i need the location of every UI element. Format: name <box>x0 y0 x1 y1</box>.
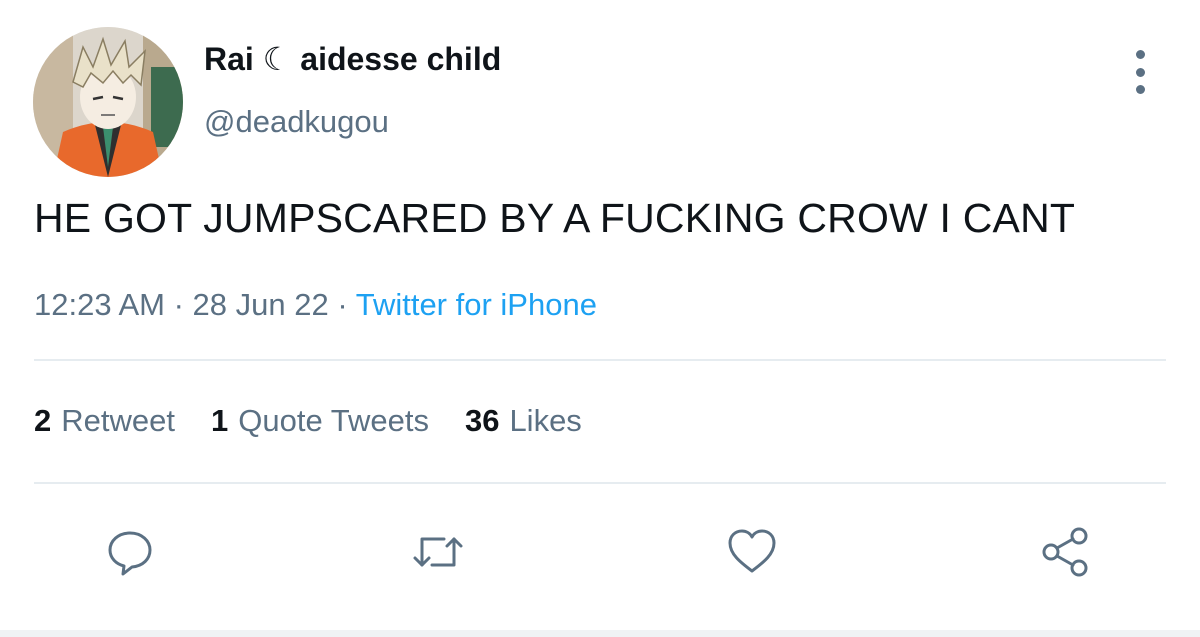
likes-count: 36 <box>464 403 500 438</box>
tweet-stats: 2 Retweet 1 Quote Tweets 36 Likes <box>34 403 618 439</box>
avatar-image <box>33 27 183 177</box>
divider <box>34 359 1166 361</box>
more-vertical-icon <box>1135 50 1145 59</box>
tweet-meta: 12:23 AM · 28 Jun 22 · Twitter for iPhon… <box>34 287 597 323</box>
retweets-stat[interactable]: 2 Retweet <box>34 403 175 439</box>
tweet-text: HE GOT JUMPSCARED BY A FUCKING CROW I CA… <box>34 195 1076 241</box>
retweet-button[interactable] <box>408 522 468 582</box>
more-vertical-icon-dot <box>1135 85 1145 94</box>
tweet-date[interactable]: 28 Jun 22 <box>193 287 329 322</box>
tweet-source-link[interactable]: Twitter for iPhone <box>356 287 597 322</box>
like-button[interactable] <box>722 522 782 582</box>
display-name[interactable]: Rai ☾ aidesse child <box>204 40 501 78</box>
meta-separator: · <box>164 287 193 322</box>
reply-button[interactable] <box>100 522 160 582</box>
heart-icon <box>728 529 776 573</box>
reply-icon <box>108 531 152 576</box>
more-options-button[interactable] <box>1120 50 1160 94</box>
quotes-label: Quote Tweets <box>238 403 429 438</box>
avatar[interactable] <box>33 27 183 177</box>
likes-label: Likes <box>509 403 582 438</box>
likes-stat[interactable]: 36 Likes <box>465 403 582 439</box>
meta-separator: · <box>328 287 356 322</box>
share-button[interactable] <box>1036 522 1096 582</box>
more-vertical-icon-dot <box>1135 67 1145 77</box>
share-icon <box>1042 527 1088 577</box>
retweet-icon <box>413 537 463 567</box>
quotes-count: 1 <box>210 403 229 438</box>
quotes-stat[interactable]: 1 Quote Tweets <box>211 403 429 439</box>
tweet-detail: Rai ☾ aidesse child @deadkugou HE GOT JU… <box>0 0 1200 637</box>
tweet-time[interactable]: 12:23 AM <box>34 287 165 322</box>
divider <box>34 482 1166 484</box>
user-handle[interactable]: @deadkugou <box>204 104 389 140</box>
bottom-divider <box>0 630 1200 637</box>
retweets-label: Retweet <box>61 403 175 438</box>
retweets-count: 2 <box>34 403 52 438</box>
